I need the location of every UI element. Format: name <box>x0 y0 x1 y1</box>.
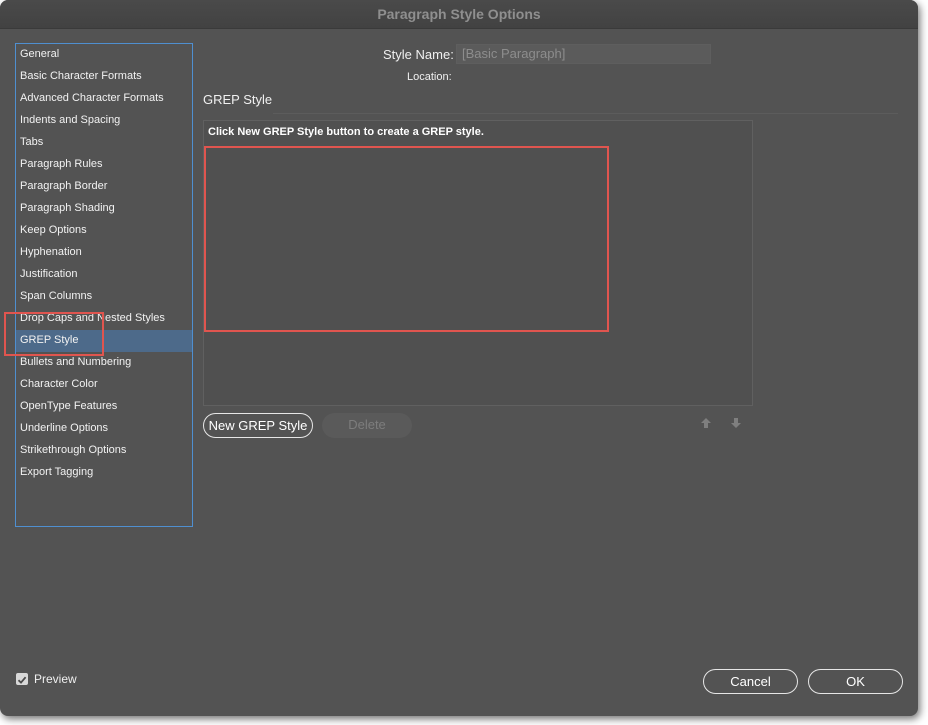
sidebar-item-label: General <box>20 48 60 60</box>
sidebar-item-label: Strikethrough Options <box>20 444 127 456</box>
sidebar-item-underline-options[interactable]: Underline Options <box>16 418 192 440</box>
new-grep-style-button[interactable]: New GREP Style <box>203 413 313 438</box>
sidebar-item-justification[interactable]: Justification <box>16 264 192 286</box>
sidebar-item-label: Paragraph Rules <box>20 158 103 170</box>
sidebar-item-bullets-and-numbering[interactable]: Bullets and Numbering <box>16 352 192 374</box>
sidebar-item-label: Basic Character Formats <box>20 70 142 82</box>
sidebar-item-label: Hyphenation <box>20 246 82 258</box>
title-bar[interactable]: Paragraph Style Options <box>0 0 918 29</box>
grep-hint-text: Click New GREP Style button to create a … <box>208 126 484 138</box>
sidebar-item-general[interactable]: General <box>16 44 192 66</box>
sidebar-item-label: Paragraph Border <box>20 180 108 192</box>
sidebar-item-label: Drop Caps and Nested Styles <box>20 312 165 324</box>
preview-checkbox[interactable] <box>16 673 28 685</box>
section-title: GREP Style <box>203 92 273 107</box>
dialog-title: Paragraph Style Options <box>377 6 541 22</box>
sidebar-item-strikethrough-options[interactable]: Strikethrough Options <box>16 440 192 462</box>
style-name-field[interactable]: [Basic Paragraph] <box>456 44 711 64</box>
sidebar-item-label: OpenType Features <box>20 400 118 412</box>
arrow-up-icon[interactable] <box>699 416 713 430</box>
ok-button[interactable]: OK <box>808 669 903 694</box>
grep-area-annotation-highlight <box>204 146 609 332</box>
sidebar-item-paragraph-rules[interactable]: Paragraph Rules <box>16 154 192 176</box>
sidebar-item-paragraph-border[interactable]: Paragraph Border <box>16 176 192 198</box>
sidebar-item-paragraph-shading[interactable]: Paragraph Shading <box>16 198 192 220</box>
cancel-button[interactable]: Cancel <box>703 669 798 694</box>
sidebar-item-label: Tabs <box>20 136 44 148</box>
sidebar-item-label: Span Columns <box>20 290 93 302</box>
sidebar-item-label: GREP Style <box>20 334 79 346</box>
sidebar-item-label: Indents and Spacing <box>20 114 121 126</box>
sidebar-item-opentype-features[interactable]: OpenType Features <box>16 396 192 418</box>
sidebar-item-label: Export Tagging <box>20 466 94 478</box>
sidebar-item-grep-style[interactable]: GREP Style <box>16 330 192 352</box>
paragraph-style-options-dialog: Paragraph Style Options General Basic Ch… <box>0 0 918 716</box>
sidebar-item-advanced-character-formats[interactable]: Advanced Character Formats <box>16 88 192 110</box>
category-list: General Basic Character Formats Advanced… <box>15 43 193 527</box>
sidebar-item-hyphenation[interactable]: Hyphenation <box>16 242 192 264</box>
sidebar-item-character-color[interactable]: Character Color <box>16 374 192 396</box>
sidebar-item-indents-and-spacing[interactable]: Indents and Spacing <box>16 110 192 132</box>
sidebar-item-label: Justification <box>20 268 78 280</box>
sidebar-item-tabs[interactable]: Tabs <box>16 132 192 154</box>
sidebar-item-basic-character-formats[interactable]: Basic Character Formats <box>16 66 192 88</box>
preview-label: Preview <box>34 672 77 686</box>
checkmark-icon <box>17 676 27 684</box>
sidebar-item-drop-caps-and-nested-styles[interactable]: Drop Caps and Nested Styles <box>16 308 192 330</box>
sidebar-item-label: Paragraph Shading <box>20 202 115 214</box>
sidebar-item-keep-options[interactable]: Keep Options <box>16 220 192 242</box>
sidebar-item-label: Bullets and Numbering <box>20 356 132 368</box>
sidebar-item-export-tagging[interactable]: Export Tagging <box>16 462 192 484</box>
location-label: Location: <box>407 71 452 83</box>
arrow-down-icon[interactable] <box>729 416 743 430</box>
sidebar-item-label: Keep Options <box>20 224 87 236</box>
sidebar-item-label: Advanced Character Formats <box>20 92 164 104</box>
sidebar-item-label: Character Color <box>20 378 98 390</box>
sidebar-item-span-columns[interactable]: Span Columns <box>16 286 192 308</box>
style-name-label: Style Name: <box>383 47 454 62</box>
section-divider <box>273 113 898 114</box>
sidebar-item-label: Underline Options <box>20 422 109 434</box>
delete-button[interactable]: Delete <box>322 413 412 438</box>
